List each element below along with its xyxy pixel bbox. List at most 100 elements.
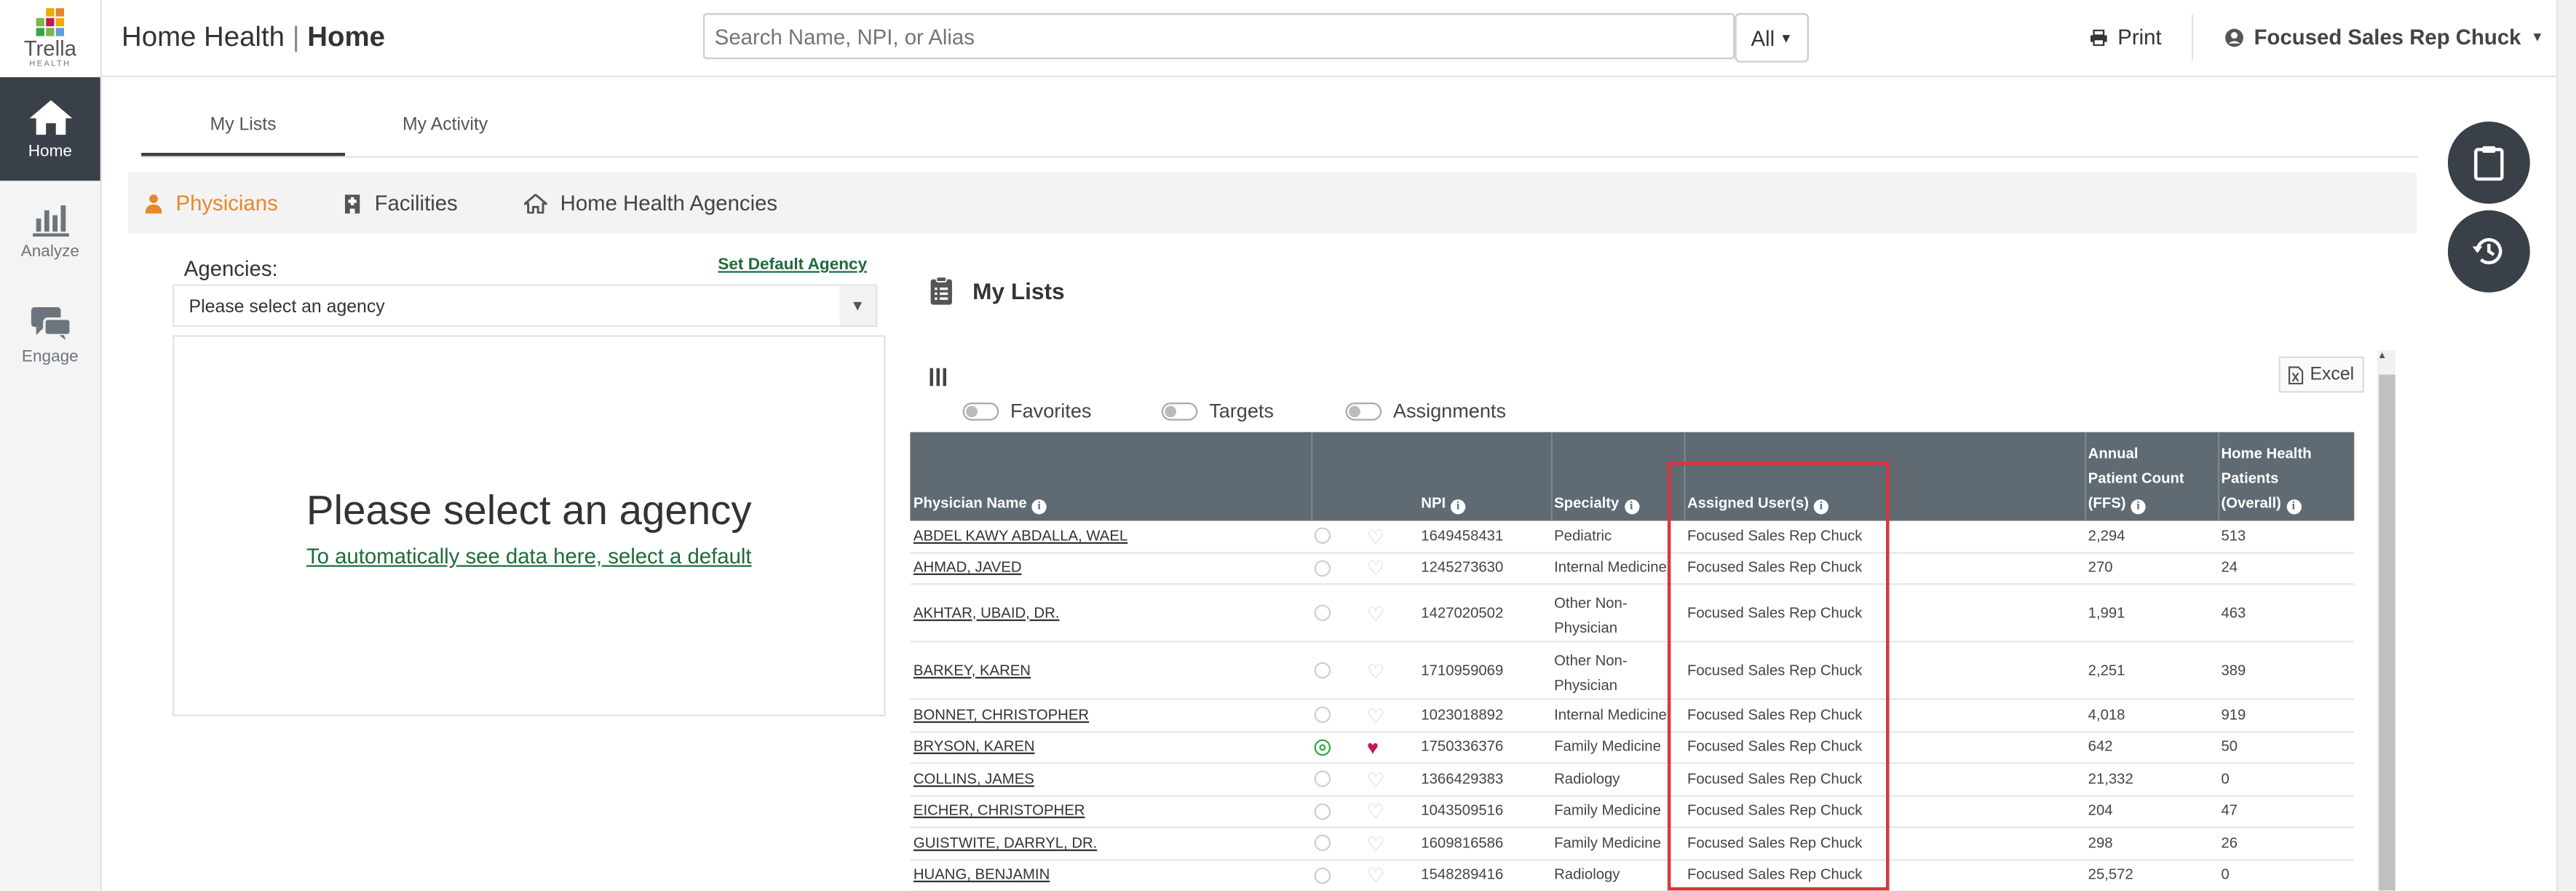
- history-fab[interactable]: [2447, 210, 2530, 293]
- target-icon[interactable]: [1314, 835, 1331, 852]
- table-row[interactable]: HUANG, BENJAMIN ♡ 1548289416 Radiology Focus…: [910, 860, 2355, 891]
- table-header: Physician Name i NPI i Specialty i Assigned…: [910, 432, 2355, 521]
- entity-physicians[interactable]: Physicians: [145, 191, 278, 215]
- physician-name-link[interactable]: GUISTWITE, DARRYL, DR.: [914, 834, 1097, 851]
- target-icon[interactable]: [1314, 867, 1331, 884]
- rail-item-analyze[interactable]: Analyze: [0, 181, 100, 284]
- npi-cell: 1649458431: [1421, 526, 1504, 544]
- assignments-switch[interactable]: [1345, 401, 1382, 420]
- page-title: Home Health | Home: [122, 21, 385, 54]
- logo-mark: [36, 8, 65, 36]
- physician-name-link[interactable]: EICHER, CHRISTOPHER: [914, 802, 1085, 819]
- target-icon[interactable]: [1314, 803, 1331, 820]
- entity-type-bar: Physicians Facilities Home Health Agenci…: [128, 172, 2417, 234]
- targets-label: Targets: [1209, 399, 1274, 423]
- favorite-heart-icon[interactable]: ♥: [1367, 738, 1379, 758]
- entity-agencies-label: Home Health Agencies: [560, 190, 778, 215]
- favorite-heart-icon[interactable]: ♡: [1367, 706, 1384, 726]
- favorite-heart-icon[interactable]: ♡: [1367, 770, 1384, 790]
- rail-item-home[interactable]: Home: [0, 77, 100, 181]
- target-icon[interactable]: [1314, 707, 1331, 724]
- col-home-health-patients[interactable]: Home Health Patients (Overall) i: [2221, 442, 2312, 516]
- clipboard-list-icon: [930, 276, 952, 305]
- print-button[interactable]: Print: [2090, 25, 2162, 50]
- favorites-toggle[interactable]: Favorites: [962, 399, 1091, 422]
- col-physician-name[interactable]: Physician Name i: [914, 491, 1047, 516]
- info-icon[interactable]: i: [2286, 499, 2301, 515]
- table-row[interactable]: GUISTWITE, DARRYL, DR. ♡ 1609816586 Family …: [910, 828, 2355, 860]
- table-row[interactable]: AHMAD, JAVED ♡ 1245273630 Internal Medicine…: [910, 553, 2355, 585]
- columns-toggle-icon[interactable]: [930, 365, 947, 395]
- search-scope-dropdown[interactable]: All ▼: [1735, 13, 1809, 63]
- col-physician-name-label: Physician Name: [913, 494, 1027, 511]
- header-divider: [2217, 432, 2220, 521]
- info-icon[interactable]: i: [2131, 499, 2146, 515]
- tab-my-lists[interactable]: My Lists: [141, 115, 345, 157]
- physician-name-link[interactable]: COLLINS, JAMES: [914, 770, 1034, 787]
- select-default-link[interactable]: To automatically see data here, select a…: [174, 544, 884, 569]
- targets-switch[interactable]: [1161, 401, 1198, 420]
- table-row[interactable]: COLLINS, JAMES ♡ 1366429383 Radiology Focuse…: [910, 764, 2355, 796]
- npi-cell: 1750336376: [1421, 737, 1504, 755]
- favorite-heart-icon[interactable]: ♡: [1367, 559, 1384, 579]
- table-row[interactable]: AKHTAR, UBAID, DR. ♡ 1427020502 Other Non- P…: [910, 585, 2355, 643]
- favorite-heart-icon[interactable]: ♡: [1367, 834, 1384, 854]
- col-specialty-label: Specialty: [1554, 494, 1620, 511]
- info-icon[interactable]: i: [1031, 499, 1047, 515]
- col-specialty[interactable]: Specialty i: [1554, 491, 1639, 516]
- target-icon[interactable]: [1314, 771, 1331, 788]
- favorite-heart-icon[interactable]: ♡: [1367, 866, 1384, 886]
- target-icon[interactable]: [1314, 560, 1331, 577]
- physician-name-link[interactable]: AHMAD, JAVED: [914, 559, 1022, 576]
- specialty-cell: Family Medicine: [1554, 738, 1661, 755]
- physician-name-link[interactable]: BRYSON, KAREN: [914, 738, 1035, 755]
- trella-health-logo[interactable]: Trella HEALTH: [0, 0, 100, 78]
- targets-toggle[interactable]: Targets: [1161, 399, 1274, 423]
- agency-select[interactable]: Please select an agency ▼: [172, 284, 878, 328]
- info-icon[interactable]: i: [1624, 499, 1639, 515]
- excel-export-button[interactable]: Excel: [2278, 356, 2364, 393]
- favorite-heart-icon[interactable]: ♡: [1367, 527, 1384, 547]
- target-icon[interactable]: [1314, 528, 1331, 544]
- physician-name-link[interactable]: AKHTAR, UBAID, DR.: [914, 603, 1060, 620]
- entity-agencies[interactable]: Home Health Agencies: [523, 190, 778, 215]
- tab-my-activity[interactable]: My Activity: [403, 115, 488, 135]
- favorite-heart-icon[interactable]: ♡: [1367, 661, 1384, 681]
- rail-item-engage[interactable]: Engage: [0, 284, 100, 387]
- table-scrollbar-thumb[interactable]: [2379, 374, 2395, 891]
- user-menu[interactable]: Focused Sales Rep Chuck ▼: [2224, 25, 2544, 50]
- favorite-heart-icon[interactable]: ♡: [1367, 603, 1384, 623]
- favorite-heart-icon[interactable]: ♡: [1367, 802, 1384, 822]
- agencies-label: Agencies:: [183, 256, 278, 281]
- table-row[interactable]: ABDEL KAWY ABDALLA, WAEL ♡ 1649458431 Pedia…: [910, 520, 2355, 553]
- set-default-agency-link[interactable]: Set Default Agency: [718, 256, 867, 274]
- physician-name-link[interactable]: ABDEL KAWY ABDALLA, WAEL: [914, 527, 1128, 544]
- main-tabs: My Lists My Activity: [141, 102, 2419, 158]
- table-row[interactable]: BRYSON, KAREN ♥ 1750336376 Family Medicine F…: [910, 732, 2355, 764]
- info-icon[interactable]: i: [1450, 499, 1466, 515]
- target-icon[interactable]: [1314, 739, 1331, 756]
- table-row[interactable]: BONNET, CHRISTOPHER ♡ 1023018892 Internal M…: [910, 700, 2355, 732]
- col-npi[interactable]: NPI i: [1421, 491, 1466, 516]
- col-annual-patient-count[interactable]: Annual Patient Count (FFS) i: [2088, 442, 2184, 516]
- scroll-up-arrow-icon[interactable]: ▲: [2377, 352, 2387, 362]
- physician-name-link[interactable]: HUANG, BENJAMIN: [914, 866, 1050, 883]
- annual-patient-count-cell: 204: [2088, 801, 2113, 819]
- entity-facilities[interactable]: Facilities: [344, 191, 458, 215]
- physician-name-link[interactable]: BARKEY, KAREN: [914, 661, 1031, 678]
- specialty-line2: Physician: [1554, 619, 1618, 636]
- annual-patient-count-cell: 298: [2088, 833, 2113, 851]
- table-row[interactable]: BARKEY, KAREN ♡ 1710959069 Other Non- Physic…: [910, 642, 2355, 700]
- target-icon[interactable]: [1314, 604, 1331, 622]
- page-scrollbar[interactable]: [2556, 0, 2576, 891]
- clipboard-fab[interactable]: [2447, 122, 2530, 204]
- search-input[interactable]: [702, 13, 1735, 60]
- user-name: Focused Sales Rep Chuck: [2254, 24, 2521, 50]
- favorites-switch[interactable]: [962, 401, 999, 420]
- physician-name-link[interactable]: BONNET, CHRISTOPHER: [914, 706, 1089, 723]
- specialty-line1: Radiology: [1554, 769, 1620, 787]
- table-row[interactable]: EICHER, CHRISTOPHER ♡ 1043509516 Family Med…: [910, 796, 2355, 828]
- table-body: ABDEL KAWY ABDALLA, WAEL ♡ 1649458431 Pedia…: [910, 520, 2355, 891]
- target-icon[interactable]: [1314, 662, 1331, 679]
- assignments-toggle[interactable]: Assignments: [1345, 399, 1506, 422]
